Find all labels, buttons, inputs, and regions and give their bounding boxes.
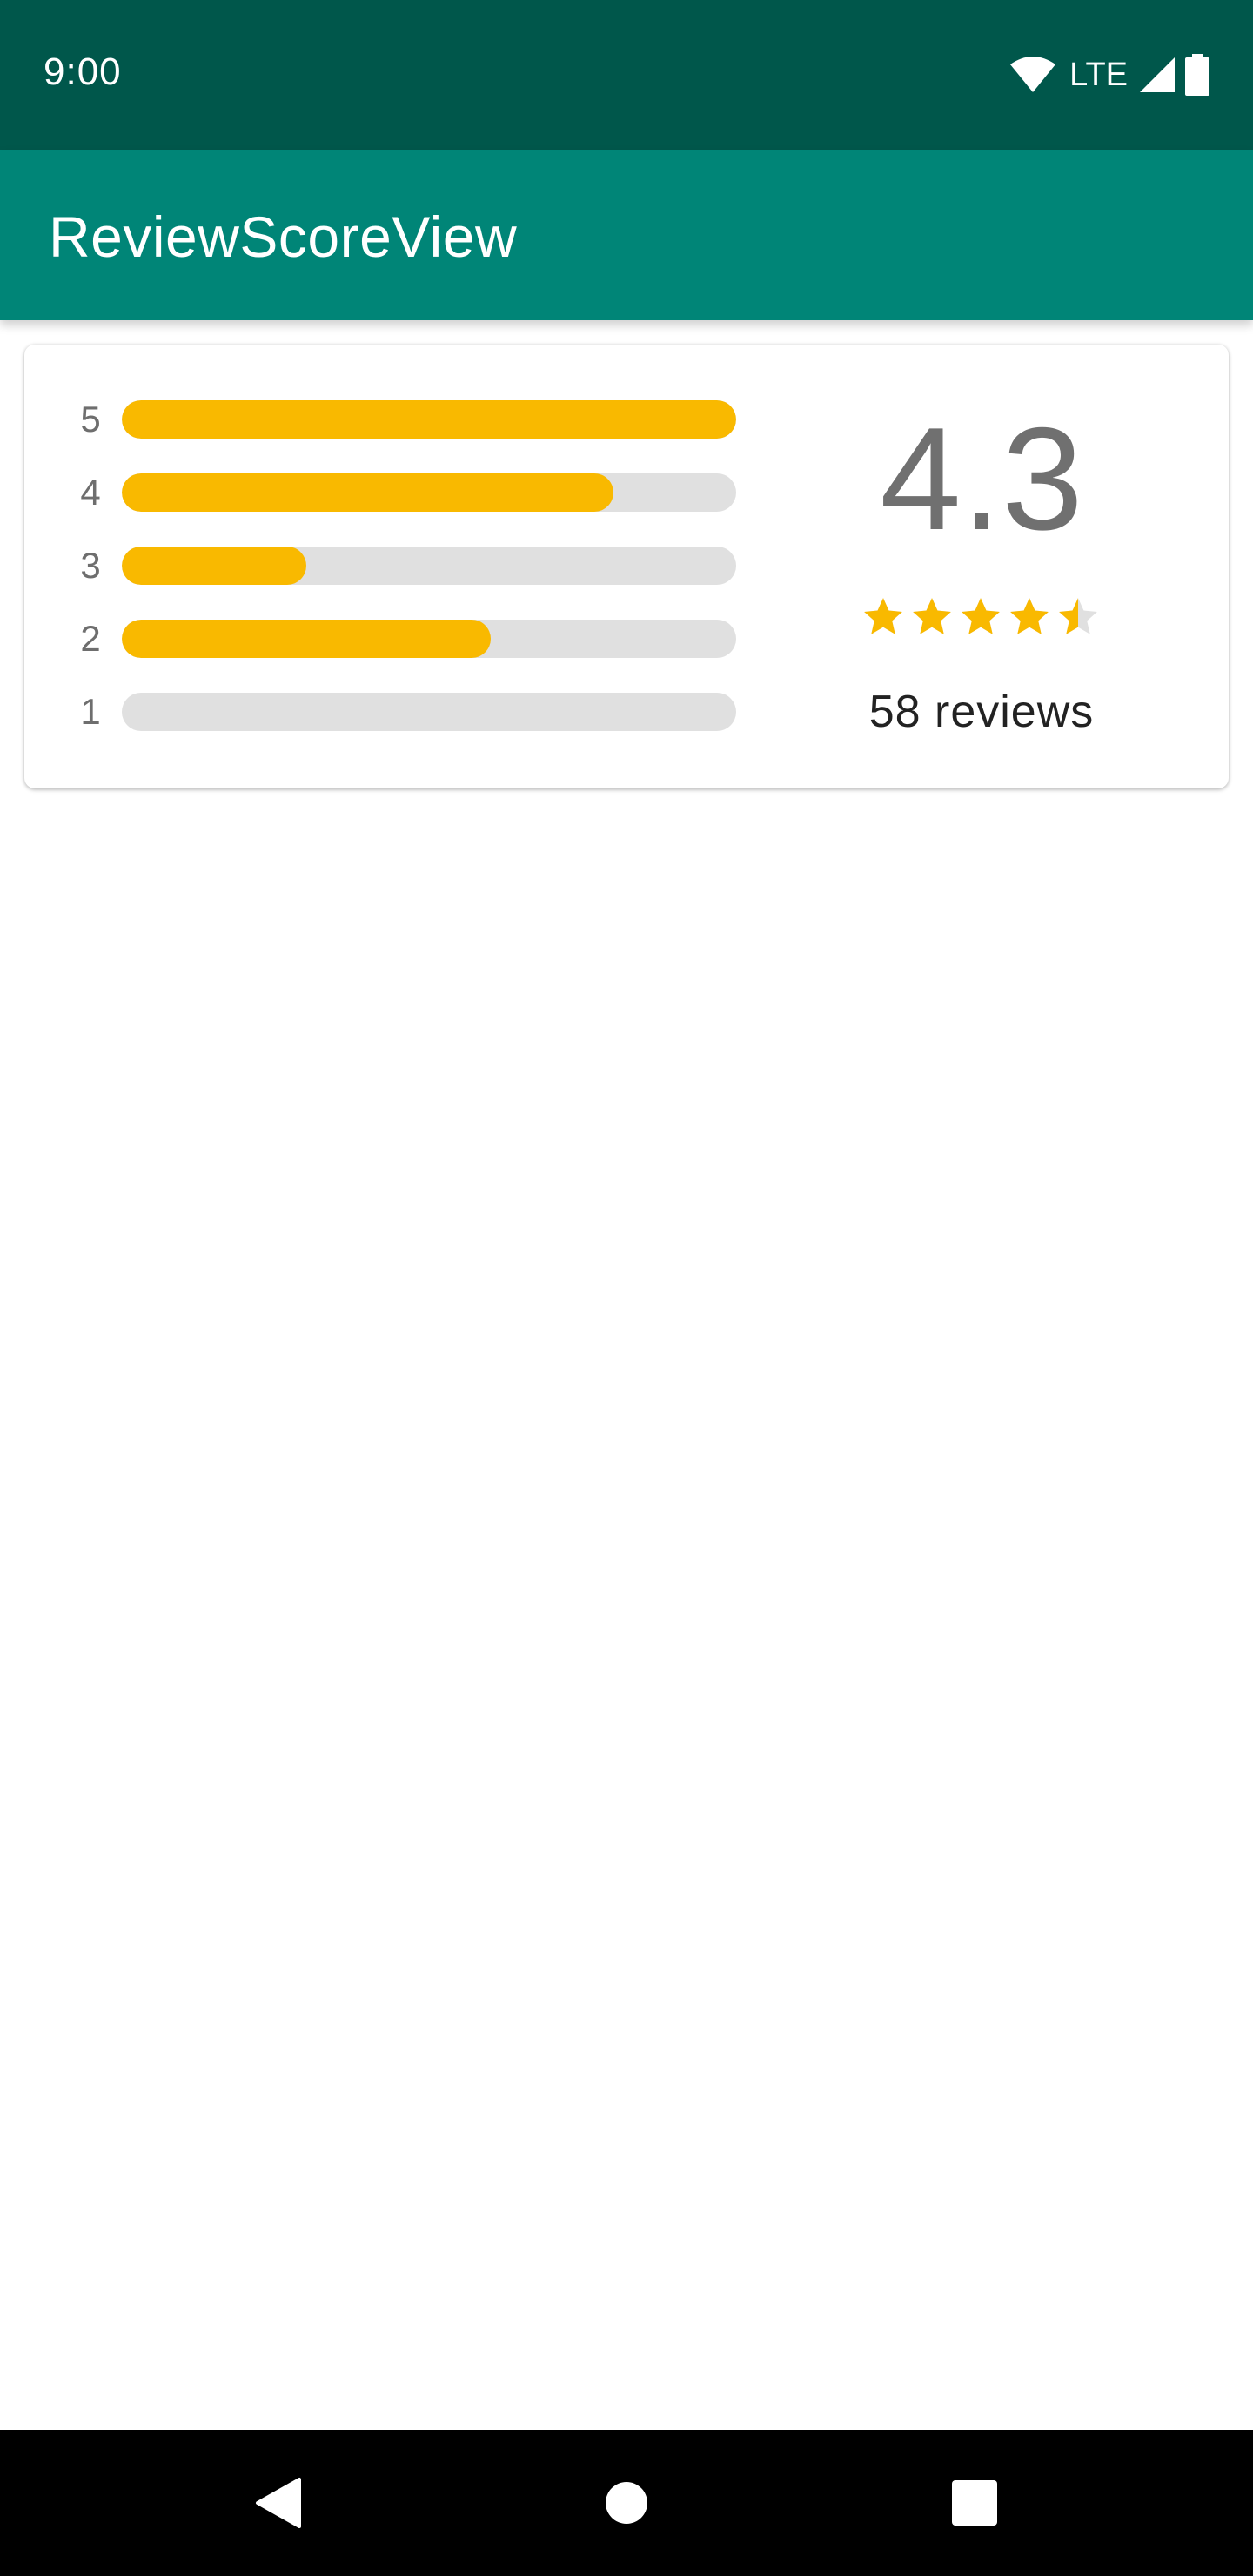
rating-row-label: 3 xyxy=(80,545,101,586)
average-score: 4.3 xyxy=(880,397,1083,560)
rating-bar-track xyxy=(122,693,736,731)
rating-row-2: 2 xyxy=(24,620,781,658)
star-icon xyxy=(1010,598,1049,634)
rating-bar-fill xyxy=(122,473,613,512)
rating-row-5: 5 xyxy=(24,400,781,439)
status-time: 9:00 xyxy=(44,50,122,93)
score-summary: 4.3 58 reviews xyxy=(781,345,1199,788)
star-icon xyxy=(962,598,1000,634)
rating-bar-fill xyxy=(122,400,736,439)
rating-bar-fill xyxy=(122,547,306,585)
rating-bar-track xyxy=(122,620,736,658)
system-nav-bar xyxy=(0,2430,1253,2576)
cellular-signal-icon xyxy=(1140,57,1175,92)
rating-row-4: 4 xyxy=(24,473,781,512)
app-bar: ReviewScoreView xyxy=(0,150,1253,320)
back-icon xyxy=(256,2478,301,2528)
battery-icon xyxy=(1185,54,1209,96)
star-half-icon xyxy=(1059,598,1097,634)
rating-bar-track xyxy=(122,473,736,512)
rating-row-label: 1 xyxy=(80,691,101,732)
rating-row-label: 4 xyxy=(80,472,101,513)
rating-bar-track xyxy=(122,547,736,585)
status-bar: 9:00 LTE xyxy=(0,0,1253,150)
home-icon xyxy=(606,2482,647,2524)
review-count: 58 reviews xyxy=(868,687,1095,737)
rating-distribution: 5 4 3 2 1 xyxy=(24,345,781,788)
review-score-card: 5 4 3 2 1 4.3 58 reviews xyxy=(24,345,1229,788)
star-rating xyxy=(861,595,1100,639)
back-button[interactable] xyxy=(209,2430,348,2576)
wifi-icon xyxy=(1010,57,1056,92)
recents-button[interactable] xyxy=(905,2430,1044,2576)
recents-icon xyxy=(952,2480,997,2526)
status-icons: LTE xyxy=(1008,54,1209,96)
network-type-label: LTE xyxy=(1069,56,1128,93)
star-icon xyxy=(864,598,902,634)
rating-bar-track xyxy=(122,400,736,439)
app-title: ReviewScoreView xyxy=(49,205,518,269)
rating-row-3: 3 xyxy=(24,547,781,585)
rating-row-label: 2 xyxy=(80,618,101,659)
star-icon xyxy=(913,598,951,634)
rating-row-label: 5 xyxy=(80,399,101,439)
rating-bar-fill xyxy=(122,620,491,658)
rating-row-1: 1 xyxy=(24,693,781,731)
home-button[interactable] xyxy=(557,2430,696,2576)
